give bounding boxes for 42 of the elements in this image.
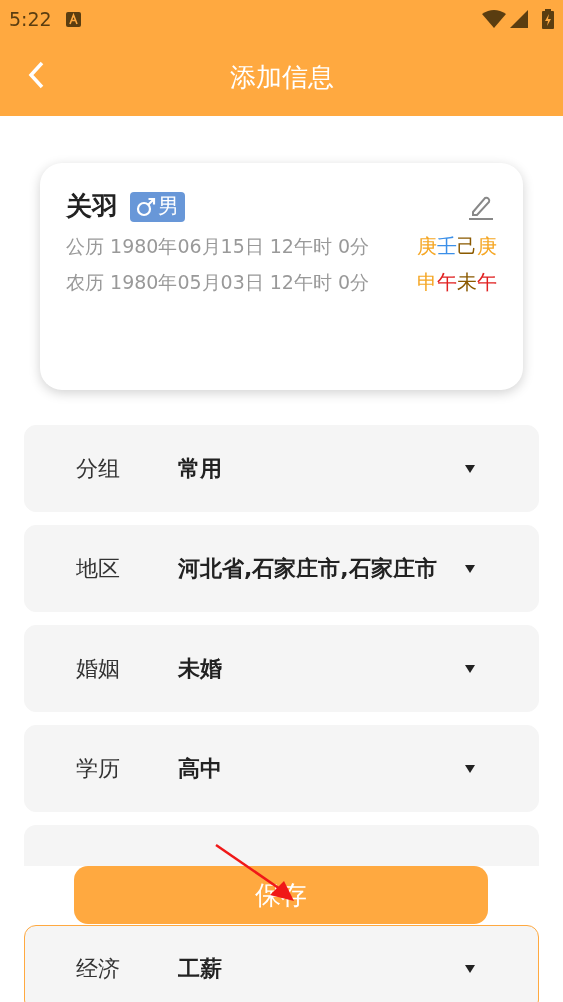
field-value: 常用 [178, 454, 223, 483]
field-value: 河北省,石家庄市,石家庄市 [178, 554, 438, 583]
field-value: 高中 [178, 754, 223, 783]
pillar-character: 午 [437, 269, 457, 296]
pillar-character: 壬 [437, 233, 457, 260]
dropdown-caret-icon [464, 763, 476, 774]
field-label: 经济 [76, 955, 121, 983]
pillar-character: 申 [417, 269, 437, 296]
form-row[interactable] [24, 825, 539, 866]
date-text: 农历 1980年05月03日 12午时 0分 [66, 270, 371, 295]
dropdown-caret-icon [464, 563, 476, 574]
wifi-icon [482, 10, 506, 28]
back-icon [26, 60, 46, 90]
male-icon [136, 196, 156, 217]
dropdown-caret-icon [464, 963, 476, 974]
page-title: 添加信息 [229, 60, 334, 94]
field-value: 未婚 [178, 654, 223, 683]
form-row[interactable]: 经济 工薪 [24, 925, 539, 1002]
form-row[interactable]: 婚姻 未婚 [24, 625, 539, 712]
battery-icon [542, 9, 554, 29]
dropdown-caret-icon [464, 663, 476, 674]
keyboard-app-icon [65, 11, 81, 27]
pillar-character: 午 [477, 269, 497, 296]
date-text: 公历 1980年06月15日 12午时 0分 [66, 234, 371, 259]
gender-badge: 男 [130, 191, 185, 222]
person-name: 关羽 [66, 190, 118, 223]
pillar-character: 庚 [417, 233, 437, 260]
field-label: 学历 [76, 755, 121, 783]
form-row[interactable]: 分组 常用 [24, 425, 539, 512]
signal-icon [510, 10, 528, 28]
back-button[interactable] [26, 60, 46, 90]
form-row[interactable]: 学历 高中 [24, 725, 539, 812]
dropdown-caret-icon [464, 463, 476, 474]
field-label: 婚姻 [76, 655, 121, 683]
pillar-character: 庚 [477, 233, 497, 260]
form-row[interactable]: 地区 河北省,石家庄市,石家庄市 [24, 525, 539, 612]
field-label: 地区 [76, 555, 121, 583]
pillar-character: 己 [457, 233, 477, 260]
field-label: 分组 [76, 455, 121, 483]
field-value: 工薪 [178, 954, 223, 983]
status-time: 5:22 [9, 6, 52, 32]
pillar-character: 未 [457, 269, 477, 296]
